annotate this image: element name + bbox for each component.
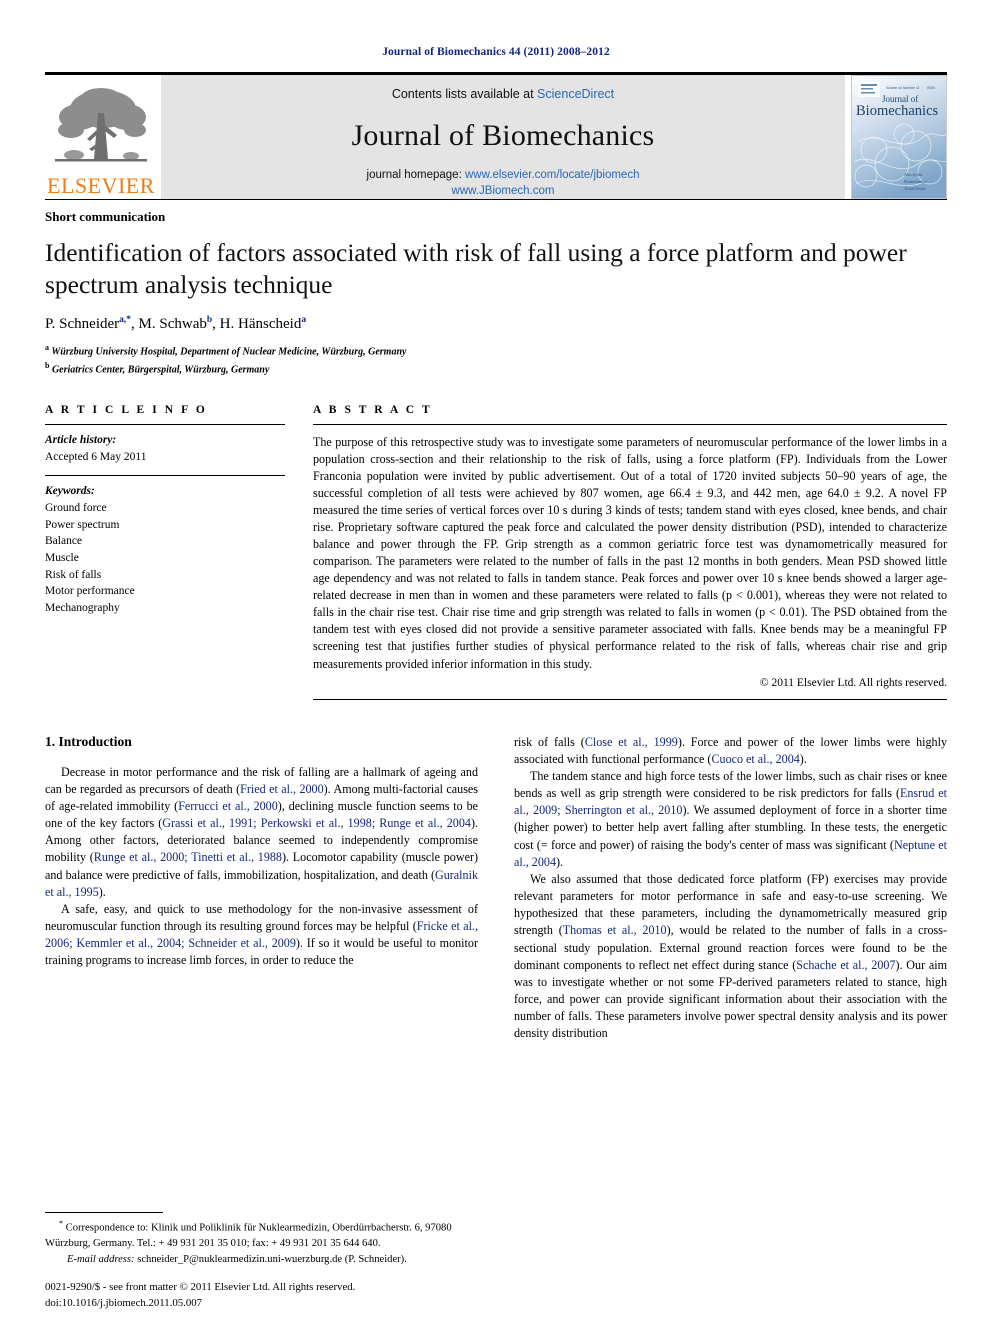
article-history-label: Article history:	[45, 433, 117, 446]
paper-page: Journal of Biomechanics 44 (2011) 2008–2…	[0, 0, 992, 1323]
affiliation-list: a Würzburg University Hospital, Departme…	[45, 342, 947, 378]
svg-text:Tested World: Tested World	[904, 186, 925, 191]
author-item: M. Schwabb	[138, 315, 213, 333]
body-column-right: risk of falls (Close et al., 1999). Forc…	[514, 734, 947, 1043]
author-item: P. Schneidera,*	[45, 315, 132, 333]
paragraph: risk of falls (Close et al., 1999). Forc…	[514, 734, 947, 766]
imprint-block: 0021-9290/$ - see front matter © 2011 El…	[45, 1280, 565, 1311]
svg-text:Also in this: Also in this	[904, 172, 923, 177]
journal-cover-thumbnail: Volume 44 Number 11 ISSN Journal of Biom…	[851, 75, 947, 199]
article-type: Short communication	[45, 209, 166, 224]
elsevier-logo: ELSEVIER	[45, 75, 157, 199]
abstract-label: A B S T R A C T	[313, 403, 433, 416]
homepage-link-alt[interactable]: www.JBiomech.com	[452, 185, 555, 197]
paragraph: Decrease in motor performance and the ri…	[45, 764, 479, 899]
info-abstract-region: A R T I C L E I N F O Article history: A…	[45, 404, 947, 700]
keyword-item: Motor performance	[45, 585, 135, 598]
paragraph: We also assumed that those dedicated for…	[514, 871, 947, 1041]
author-marks: a	[301, 315, 307, 326]
divider	[313, 698, 947, 700]
title-block: Short communication Identification of fa…	[45, 199, 947, 378]
affiliation-mark: b	[45, 361, 50, 371]
body-columns: 1. Introduction Decrease in motor perfor…	[45, 734, 947, 1043]
affiliation-text: Geriatrics Center, Bürgerspital, Würzbur…	[51, 364, 270, 376]
elsevier-wordmark: ELSEVIER	[47, 173, 155, 198]
keywords-block: Keywords: Ground force Power spectrum Ba…	[45, 476, 285, 616]
correspondence-text: Correspondence to: Klinik und Poliklinik…	[45, 1222, 452, 1250]
sciencedirect-link[interactable]: ScienceDirect	[537, 87, 614, 101]
author-marks: b	[206, 315, 213, 326]
keyword-item: Mechanography	[45, 601, 120, 614]
article-history-value: Accepted 6 May 2011	[45, 450, 147, 463]
body-column-left: 1. Introduction Decrease in motor perfor…	[45, 734, 478, 1043]
abstract-text: The purpose of this retrospective study …	[313, 434, 947, 671]
paragraph: A safe, easy, and quick to use methodolo…	[45, 901, 478, 968]
article-info-label: A R T I C L E I N F O	[45, 403, 208, 416]
keyword-item: Ground force	[45, 501, 107, 514]
affiliation-text: Würzburg University Hospital, Department…	[51, 346, 407, 358]
author-item: H. Hänscheida	[219, 315, 307, 333]
imprint-line: 0021-9290/$ - see front matter © 2011 El…	[45, 1281, 356, 1294]
author-name: H. Hänscheid	[219, 316, 302, 333]
section-heading-introduction: 1. Introduction	[45, 733, 132, 749]
running-head: Journal of Biomechanics 44 (2011) 2008–2…	[382, 46, 610, 58]
affiliation-item: b Geriatrics Center, Bürgerspital, Würzb…	[45, 360, 947, 378]
doi-line[interactable]: doi:10.1016/j.jbiomech.2011.05.007	[45, 1296, 565, 1311]
abstract-column: A B S T R A C T The purpose of this retr…	[313, 404, 947, 700]
keyword-item: Balance	[45, 535, 83, 548]
affiliation-mark: a	[45, 343, 49, 353]
author-marks: a,*	[119, 315, 132, 326]
svg-text:ISSN: ISSN	[927, 86, 935, 90]
affiliation-item: a Würzburg University Hospital, Departme…	[45, 342, 947, 360]
footnote-marker: *	[59, 1219, 63, 1229]
svg-text:Biomechanics: Biomechanics	[904, 179, 927, 184]
sciencedirect-banner: Contents lists available at ScienceDirec…	[161, 75, 845, 199]
page-title: Identification of factors associated wit…	[45, 238, 907, 300]
author-list: P. Schneidera,*, M. Schwabb, H. Hänschei…	[45, 315, 307, 333]
paragraph: The tandem stance and high force tests o…	[514, 768, 948, 869]
email-footnote: E-mail address: schneider_P@nuklearmediz…	[45, 1252, 465, 1267]
homepage-prefix: journal homepage:	[366, 169, 465, 181]
keyword-item: Muscle	[45, 551, 79, 564]
author-name: P. Schneider	[45, 316, 120, 333]
homepage-link[interactable]: www.elsevier.com/locate/jbiomech	[465, 169, 640, 181]
journal-masthead: ELSEVIER Contents lists available at Sci…	[45, 72, 947, 199]
correspondence-footnote: * Correspondence to: Klinik und Poliklin…	[45, 1218, 465, 1251]
keywords-label: Keywords:	[45, 485, 95, 498]
email-address[interactable]: schneider_P@nuklearmedizin.uni-wuerzburg…	[137, 1254, 407, 1265]
contents-available-line: Contents lists available at ScienceDirec…	[392, 87, 614, 101]
email-label: E-mail address:	[67, 1253, 135, 1265]
cover-journal-line2: Biomechanics	[856, 103, 939, 119]
contents-prefix: Contents lists available at	[391, 87, 538, 101]
abstract-copyright: © 2011 Elsevier Ltd. All rights reserved…	[759, 676, 947, 689]
journal-homepage: journal homepage: www.elsevier.com/locat…	[367, 168, 640, 199]
elsevier-tree-icon	[51, 83, 151, 175]
footnote-zone: * Correspondence to: Klinik und Poliklin…	[45, 1212, 465, 1267]
footnote-rule	[45, 1212, 163, 1214]
keyword-item: Power spectrum	[45, 518, 120, 531]
author-name: M. Schwab	[138, 316, 207, 333]
journal-title: Journal of Biomechanics	[351, 119, 655, 152]
keyword-item: Risk of falls	[45, 568, 102, 581]
svg-text:Volume 44 Number 11: Volume 44 Number 11	[886, 86, 920, 90]
article-info-column: A R T I C L E I N F O Article history: A…	[45, 404, 285, 700]
article-history: Article history: Accepted 6 May 2011	[45, 425, 285, 465]
